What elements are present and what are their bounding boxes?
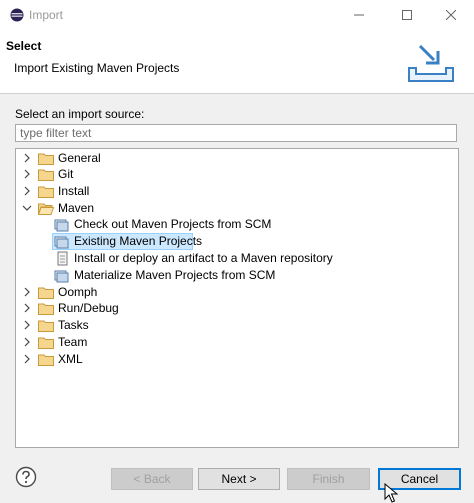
tree-item-label: Check out Maven Projects from SCM (74, 217, 272, 231)
maximize-button[interactable] (384, 0, 430, 30)
folder-open-icon (38, 203, 54, 215)
chevron-right-icon[interactable] (22, 303, 32, 313)
tree-item-general[interactable]: General (16, 150, 458, 167)
tree-item-oomph[interactable]: Oomph (16, 284, 458, 301)
folder-icon (38, 337, 54, 349)
tree-item-label: XML (58, 352, 83, 366)
folder-icon (38, 186, 54, 198)
close-button[interactable] (428, 0, 474, 30)
eclipse-icon (10, 8, 24, 22)
tree-item-install[interactable]: Install (16, 183, 458, 200)
title-bar: Import (0, 0, 474, 30)
tree-item-label: Install or deploy an artifact to a Maven… (74, 251, 333, 265)
minimize-icon (354, 14, 364, 16)
window-title: Import (29, 8, 64, 22)
mouse-pointer-icon (384, 483, 399, 503)
tree-item-git[interactable]: Git (16, 166, 458, 183)
chevron-right-icon[interactable] (22, 287, 32, 297)
tree-item-label: Oomph (58, 285, 98, 299)
chevron-right-icon[interactable] (22, 169, 32, 179)
help-icon[interactable] (15, 466, 37, 488)
tree-item-team[interactable]: Team (16, 334, 458, 351)
chevron-right-icon[interactable] (22, 320, 32, 330)
import-source-label: Select an import source: (15, 107, 145, 121)
chevron-right-icon[interactable] (22, 337, 32, 347)
tree-item-label: Existing Maven Projects (74, 234, 203, 248)
tree-item-checkout-maven-scm[interactable]: Check out Maven Projects from SCM (16, 216, 458, 233)
folder-icon (38, 320, 54, 332)
tree-item-materialize-maven-scm[interactable]: Materialize Maven Projects from SCM (16, 267, 458, 284)
folder-icon (38, 169, 54, 181)
chevron-right-icon[interactable] (22, 153, 32, 163)
maven-wizard-icon (54, 219, 69, 232)
back-button[interactable]: < Back (111, 468, 193, 490)
folder-icon (38, 287, 54, 299)
folder-icon (38, 153, 54, 165)
folder-icon (38, 303, 54, 315)
import-wizard-banner-icon (408, 44, 454, 82)
tree-item-label: Install (58, 184, 90, 198)
tree-item-existing-maven-projects[interactable]: Existing Maven Projects (16, 233, 458, 250)
tree-item-xml[interactable]: XML (16, 351, 458, 368)
tree-item-label: Team (58, 335, 88, 349)
folder-icon (38, 354, 54, 366)
page-title: Select (6, 39, 42, 53)
chevron-right-icon[interactable] (22, 354, 32, 364)
tree-item-label: Tasks (58, 318, 89, 332)
tree-item-run-debug[interactable]: Run/Debug (16, 300, 458, 317)
tree-item-label: Maven (58, 201, 95, 215)
maven-wizard-icon (54, 236, 69, 249)
maven-wizard-icon (54, 270, 69, 283)
tree-item-maven[interactable]: Maven (16, 200, 458, 217)
tree-item-label: General (58, 151, 101, 165)
minimize-button[interactable] (336, 0, 382, 30)
filter-input[interactable] (15, 124, 457, 142)
chevron-down-icon[interactable] (22, 203, 32, 213)
wizard-header: Select Import Existing Maven Projects (0, 30, 474, 94)
page-description: Import Existing Maven Projects (14, 61, 180, 75)
close-icon (446, 10, 456, 20)
chevron-right-icon[interactable] (22, 186, 32, 196)
maximize-icon (402, 10, 412, 20)
import-source-tree[interactable]: General Git Install Maven Check out Mave… (15, 148, 459, 448)
maven-jar-icon (57, 251, 68, 266)
tree-item-install-deploy-artifact[interactable]: Install or deploy an artifact to a Maven… (16, 250, 458, 267)
tree-item-label: Git (58, 167, 74, 181)
next-button[interactable]: Next > (198, 468, 280, 490)
tree-item-label: Materialize Maven Projects from SCM (74, 268, 276, 282)
finish-button[interactable]: Finish (287, 468, 370, 490)
tree-item-tasks[interactable]: Tasks (16, 317, 458, 334)
tree-item-label: Run/Debug (58, 301, 119, 315)
